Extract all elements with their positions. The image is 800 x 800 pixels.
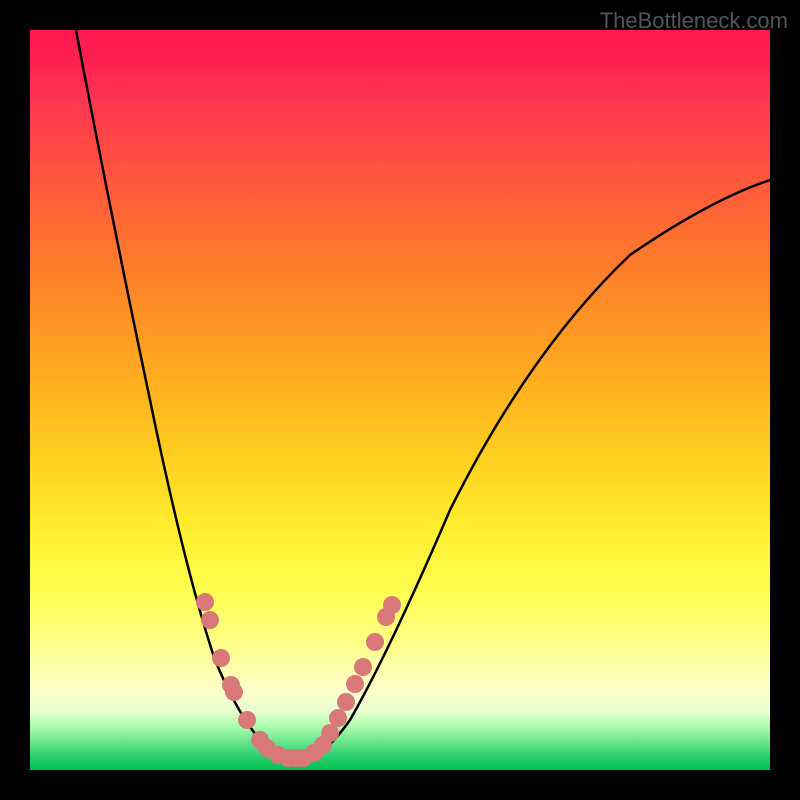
left-branch-dots: [196, 593, 287, 764]
data-dot: [329, 709, 347, 727]
bottleneck-curve: [75, 30, 770, 758]
chart-gradient-background: [30, 30, 770, 770]
data-dot: [366, 633, 384, 651]
data-dot: [354, 658, 372, 676]
data-dot: [212, 649, 230, 667]
data-dot: [225, 683, 243, 701]
data-dot: [238, 711, 256, 729]
right-branch-dots: [305, 596, 401, 762]
data-dot: [346, 675, 364, 693]
data-dot: [383, 596, 401, 614]
chart-svg: [30, 30, 770, 770]
data-dot: [196, 593, 214, 611]
watermark-text: TheBottleneck.com: [600, 8, 788, 34]
data-dot: [201, 611, 219, 629]
data-dot: [337, 693, 355, 711]
